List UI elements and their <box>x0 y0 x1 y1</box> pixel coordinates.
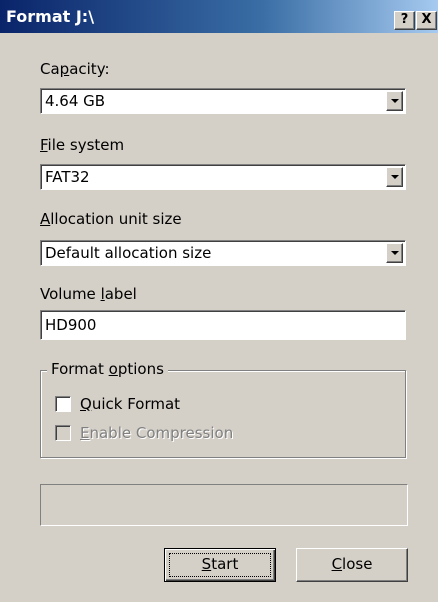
window-title: Format J:\ <box>6 7 95 26</box>
chevron-down-icon <box>391 251 399 255</box>
file-system-label: File system <box>40 136 125 154</box>
title-bar[interactable]: Format J:\ ? X <box>0 0 438 33</box>
close-button-label: Close <box>331 555 373 573</box>
allocation-dropdown[interactable]: Default allocation size <box>40 240 406 266</box>
file-system-value: FAT32 <box>45 168 90 186</box>
start-button-label: Start <box>201 555 239 573</box>
allocation-label: Allocation unit size <box>40 210 182 228</box>
format-progress-bar <box>40 484 408 526</box>
file-system-dropdown[interactable]: FAT32 <box>40 164 406 190</box>
file-system-dropdown-button[interactable] <box>386 167 403 187</box>
close-window-button[interactable]: X <box>416 11 437 30</box>
capacity-label: Capacity: <box>40 60 110 78</box>
enable-compression-checkbox <box>55 425 71 441</box>
enable-compression-label: Enable Compression <box>80 424 234 442</box>
capacity-value: 4.64 GB <box>45 92 106 110</box>
format-options-group <box>40 370 406 458</box>
volume-label-value: HD900 <box>45 316 97 334</box>
format-options-title: Format options <box>47 360 168 378</box>
volume-label-input[interactable]: HD900 <box>40 310 406 340</box>
volume-label-label: Volume label <box>40 285 137 303</box>
close-button[interactable]: Close <box>296 548 408 582</box>
capacity-dropdown-button[interactable] <box>386 91 403 111</box>
quick-format-label[interactable]: Quick Format <box>80 395 180 413</box>
allocation-dropdown-button[interactable] <box>386 243 403 263</box>
chevron-down-icon <box>391 175 399 179</box>
allocation-value: Default allocation size <box>45 244 212 262</box>
start-button[interactable]: Start <box>164 548 276 582</box>
capacity-dropdown[interactable]: 4.64 GB <box>40 88 406 114</box>
chevron-down-icon <box>391 99 399 103</box>
help-button[interactable]: ? <box>394 11 415 30</box>
quick-format-checkbox[interactable] <box>55 396 71 412</box>
